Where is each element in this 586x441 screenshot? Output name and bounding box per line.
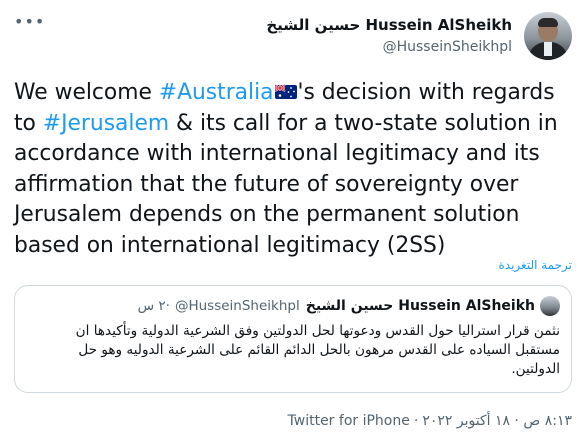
tweet-source[interactable]: Twitter for iPhone	[288, 411, 410, 431]
footer-separator: ·	[413, 413, 419, 429]
australian-flag-icon	[274, 84, 297, 99]
more-dots-icon[interactable]: •••	[14, 10, 44, 34]
avatar-hair	[538, 18, 558, 27]
hashtag-australia[interactable]: #Australia	[159, 80, 274, 105]
hashtag-jerusalem[interactable]: #Jerusalem	[43, 111, 169, 136]
quoted-tweet-text: نثمن قرار استراليا حول القدس ودعوتها لحل…	[75, 323, 560, 377]
quoted-tweet-time[interactable]: ٢ س	[138, 298, 166, 314]
quoted-author-handle: @HusseinSheikhpl	[174, 298, 300, 314]
quoted-avatar	[540, 296, 560, 316]
tweet-header: حسين الشيخ Hussein AlSheikh @HusseinShei…	[266, 10, 572, 62]
author-name[interactable]: حسين الشيخ Hussein AlSheikh	[266, 15, 512, 35]
quoted-tweet[interactable]: ٢ س · @HusseinSheikhpl حسين الشيخ Hussei…	[14, 285, 572, 393]
avatar[interactable]	[524, 12, 572, 60]
tweet-text: We welcome #Australia 's decision with r…	[14, 78, 574, 261]
quoted-author-name: حسين الشيخ Hussein AlSheikh	[305, 298, 535, 314]
author-names: حسين الشيخ Hussein AlSheikh @HusseinShei…	[266, 15, 512, 57]
translate-tweet-link[interactable]: ترجمة التغريدة	[498, 257, 572, 273]
avatar-shirt	[544, 42, 552, 56]
quoted-tweet-header: ٢ س · @HusseinSheikhpl حسين الشيخ Hussei…	[138, 296, 560, 316]
tweet-timestamp[interactable]: ٨:١٣ ص · ١٨ أكتوبر ٢٠٢٢	[422, 411, 572, 431]
quoted-tweet-separator: ·	[165, 298, 170, 314]
author-handle[interactable]: @HusseinSheikhpl	[266, 37, 512, 57]
tweet-text-part1: We welcome	[14, 80, 159, 105]
tweet-footer: Twitter for iPhone · ٨:١٣ ص · ١٨ أكتوبر …	[288, 411, 572, 431]
